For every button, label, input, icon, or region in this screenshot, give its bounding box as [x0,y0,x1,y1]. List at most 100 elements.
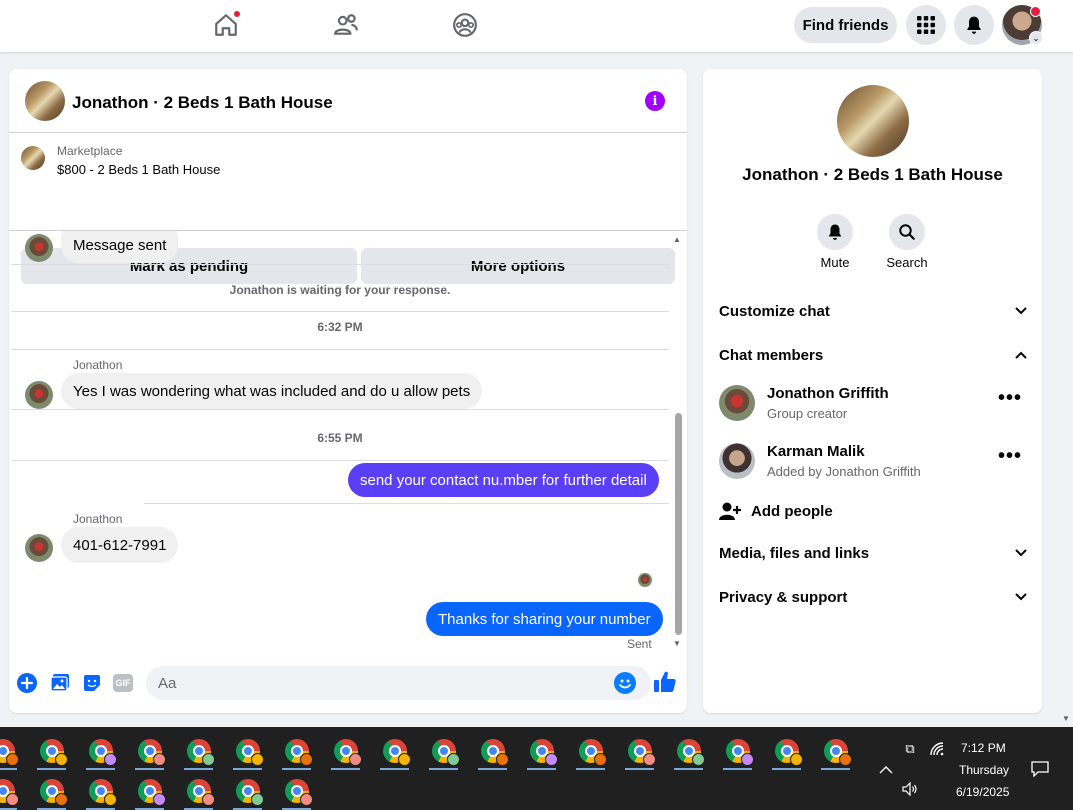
action-center-notification-icon[interactable] [1030,760,1050,778]
listing-price-title[interactable]: $800 - 2 Beds 1 Bath House [57,162,220,177]
message-bubble-outgoing[interactable]: send your contact nu.mber for further de… [348,463,659,497]
groups-icon[interactable] [450,10,480,40]
message-bubble-incoming[interactable]: 401-612-7991 [61,527,179,563]
chrome-taskbar-icon[interactable] [223,731,272,771]
media-files-links-row[interactable]: Media, files and links [719,541,1029,565]
chrome-taskbar-icon[interactable] [27,771,76,810]
chrome-taskbar-icon[interactable] [223,771,272,810]
add-person-icon [719,501,741,521]
show-hidden-icons-chevron-up-icon[interactable] [877,760,895,778]
chrome-taskbar-icon[interactable] [125,731,174,771]
member-avatar[interactable] [719,385,755,421]
chat-members-row[interactable]: Chat members [719,343,1029,367]
message-bubble-incoming[interactable]: Message sent [61,231,179,263]
sender-avatar [25,234,53,262]
chrome-taskbar-icon[interactable] [272,771,321,810]
scrollbar-thumb[interactable] [675,413,682,635]
taskbar: ⧉ 7:12 PM Thursday 6/19/2025 [0,727,1073,810]
notifications-bell-icon[interactable] [954,5,994,45]
chrome-taskbar-icon[interactable] [419,731,468,771]
plus-circle-icon[interactable] [16,672,38,694]
chrome-taskbar-icon[interactable] [370,731,419,771]
member-name[interactable]: Karman Malik [767,443,865,460]
member-avatar[interactable] [719,443,755,479]
page-scroll-down-arrow-icon[interactable]: ▼ [1062,714,1070,723]
member-options-icon[interactable]: ••• [998,445,1022,468]
volume-icon[interactable] [901,780,919,798]
chat-title[interactable]: Jonathon · 2 Beds 1 Bath House [72,93,333,113]
add-people-row[interactable]: Add people [719,499,919,523]
search-icon[interactable] [889,214,925,250]
privacy-support-row[interactable]: Privacy & support [719,585,1029,609]
scroll-down-arrow-icon[interactable]: ▼ [673,639,681,648]
chat-members-label: Chat members [719,346,824,364]
find-friends-button[interactable]: Find friends [794,7,897,43]
chrome-taskbar-icon[interactable] [76,731,125,771]
chrome-taskbar-icon[interactable] [0,771,27,810]
like-thumb-icon[interactable] [653,670,677,694]
divider [11,460,669,461]
menu-grid-icon[interactable] [906,5,946,45]
message-input[interactable]: Aa [146,666,651,700]
sender-avatar[interactable] [25,534,53,562]
clock-date[interactable]: 6/19/2025 [956,785,1009,799]
member-name[interactable]: Jonathon Griffith [767,385,889,402]
chrome-taskbar-icon[interactable] [321,731,370,771]
chrome-taskbar-icon[interactable] [811,731,860,771]
chevron-down-icon[interactable]: ⌄ [1029,31,1043,45]
customize-chat-row[interactable]: Customize chat [719,299,1029,323]
gif-label: GIF [113,674,133,692]
divider [11,264,669,265]
gif-icon[interactable]: GIF [112,672,134,694]
sent-status: Sent [627,637,652,651]
mute-label[interactable]: Mute [805,255,865,270]
member-role: Group creator [767,406,848,421]
message-bubble-incoming[interactable]: Yes I was wondering what was included an… [61,373,483,409]
chrome-taskbar-icon[interactable] [566,731,615,771]
friends-icon[interactable] [331,10,361,40]
message-composer: GIF Aa [9,659,687,713]
conversation-details-panel: Jonathon · 2 Beds 1 Bath House Mute Sear… [703,69,1042,713]
chrome-taskbar-icon[interactable] [27,731,76,771]
taskbar-row [0,771,321,810]
chevron-down-icon [1013,589,1029,605]
listing-thumbnail[interactable] [21,146,45,170]
chrome-taskbar-icon[interactable] [664,731,713,771]
home-icon[interactable] [211,10,241,40]
sender-avatar[interactable] [25,381,53,409]
chrome-taskbar-icon[interactable] [713,731,762,771]
photo-icon[interactable] [49,672,71,694]
chrome-taskbar-icon[interactable] [468,731,517,771]
search-label[interactable]: Search [877,255,937,270]
profile-notification-dot [1030,6,1041,17]
chrome-taskbar-icon[interactable] [272,731,321,771]
listing-avatar[interactable] [25,81,65,121]
meet-now-icon[interactable]: ⧉ [901,740,919,758]
clock-day[interactable]: Thursday [959,763,1009,777]
member-options-icon[interactable]: ••• [998,387,1022,410]
sticker-icon[interactable] [81,672,103,694]
scroll-up-arrow-icon[interactable]: ▲ [673,235,681,244]
chrome-taskbar-icon[interactable] [174,731,223,771]
network-icon[interactable] [928,740,946,758]
message-bubble-outgoing[interactable]: Thanks for sharing your number [426,602,663,636]
chrome-taskbar-icon[interactable] [76,771,125,810]
chevron-down-icon [1013,303,1029,319]
chrome-taskbar-icon[interactable] [615,731,664,771]
chrome-taskbar-icon[interactable] [125,771,174,810]
mute-bell-icon[interactable] [817,214,853,250]
chrome-taskbar-icon[interactable] [517,731,566,771]
divider [11,349,669,350]
emoji-icon[interactable] [614,672,636,694]
divider [11,311,669,312]
sender-name: Jonathon [73,358,123,372]
clock-time[interactable]: 7:12 PM [961,741,1006,755]
chrome-taskbar-icon[interactable] [762,731,811,771]
member-role: Added by Jonathon Griffith [767,464,921,479]
message-list[interactable]: Message sent Jonathon is waiting for you… [9,231,687,657]
listing-avatar-large[interactable] [837,85,909,157]
chrome-taskbar-icon[interactable] [174,771,223,810]
notification-dot [233,10,241,18]
chrome-taskbar-icon[interactable] [0,731,27,771]
info-icon[interactable]: i [645,91,665,111]
